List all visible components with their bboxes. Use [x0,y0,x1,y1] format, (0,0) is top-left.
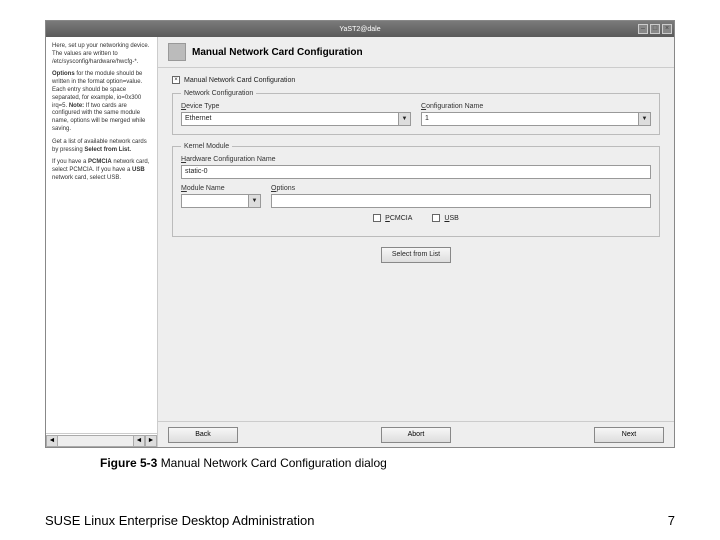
chevron-down-icon[interactable]: ▼ [249,194,261,208]
next-button[interactable]: Next [594,427,664,443]
chevron-down-icon[interactable]: ▼ [399,112,411,126]
kernel-module-legend: Kernel Module [181,143,232,150]
hwcfg-label: Hardware Configuration Name [181,156,651,163]
usb-checkbox[interactable] [432,214,440,222]
hwcfg-input[interactable]: static-0 [181,165,651,179]
window-title: YaST2@dale [339,26,380,33]
options-label: Options [271,185,651,192]
figure-caption: Figure 5-3 Manual Network Card Configura… [100,456,675,470]
help-p1: Here, set up your networking device. The… [52,43,151,66]
maximize-icon[interactable]: □ [650,24,660,34]
app-window: YaST2@dale – □ × Here, set up your netwo… [45,20,675,448]
help-p4: If you have a PCMCIA network card, selec… [52,159,151,182]
doc-footer-title: SUSE Linux Enterprise Desktop Administra… [45,513,315,528]
scroll-left-icon[interactable]: ◄ [46,435,58,447]
titlebar: YaST2@dale – □ × [46,21,674,37]
config-name-label: Configuration Name [421,103,651,110]
help-p3: Get a list of available network cards by… [52,139,151,155]
kernel-module-group: Kernel Module Hardware Configuration Nam… [172,143,660,237]
pcmcia-checkbox[interactable] [373,214,381,222]
network-card-icon [168,43,186,61]
config-name-combo[interactable]: 1 ▼ [421,112,651,126]
config-name-value[interactable]: 1 [421,112,639,126]
module-name-label: Module Name [181,185,261,192]
help-scrollbar[interactable]: ◄ ◄ ► [46,433,157,447]
network-config-group: Network Configuration Device Type Ethern… [172,90,660,135]
page-title: Manual Network Card Configuration [192,47,363,58]
doc-page-number: 7 [668,513,675,528]
close-icon[interactable]: × [662,24,672,34]
device-type-combo[interactable]: Ethernet ▼ [181,112,411,126]
select-from-list-button[interactable]: Select from List [381,247,451,263]
module-name-combo[interactable]: ▼ [181,194,261,208]
options-input[interactable] [271,194,651,208]
manual-config-checkbox[interactable]: × [172,76,180,84]
device-type-label: Device Type [181,103,411,110]
main-header: Manual Network Card Configuration [158,37,674,68]
back-button[interactable]: Back [168,427,238,443]
network-config-legend: Network Configuration [181,90,256,97]
manual-config-label: Manual Network Card Configuration [184,77,295,84]
help-p2: Options for the module should be written… [52,71,151,133]
device-type-value[interactable]: Ethernet [181,112,399,126]
help-sidebar: Here, set up your networking device. The… [46,37,158,447]
chevron-down-icon[interactable]: ▼ [639,112,651,126]
abort-button[interactable]: Abort [381,427,451,443]
usb-label: USB [444,215,458,222]
minimize-icon[interactable]: – [638,24,648,34]
pcmcia-label: PCMCIA [385,215,412,222]
scroll-right-icon[interactable]: ► [145,435,157,447]
scroll-left2-icon[interactable]: ◄ [133,435,145,447]
